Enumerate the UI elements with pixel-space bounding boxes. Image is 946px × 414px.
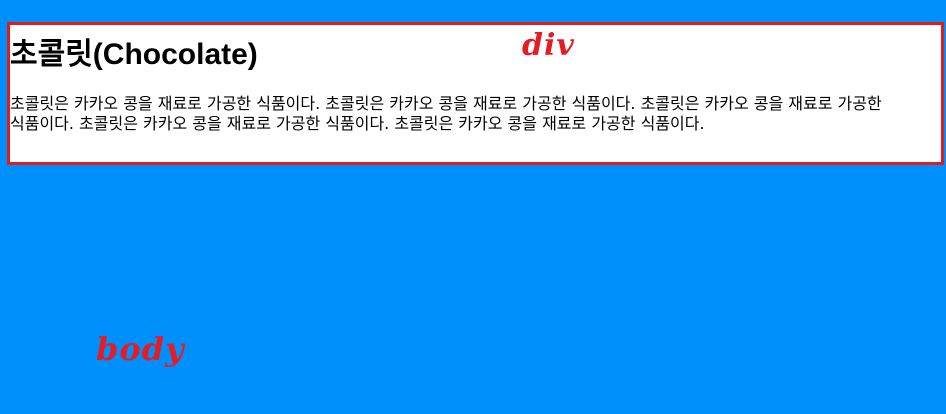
div-annotation: div xyxy=(522,28,575,63)
page-title: 초콜릿(Chocolate) xyxy=(10,38,258,71)
body-annotation: body xyxy=(96,330,185,368)
content-div: 초콜릿(Chocolate) 초콜릿은 카카오 콩을 재료로 가공한 식품이다.… xyxy=(7,22,944,165)
description-paragraph: 초콜릿은 카카오 콩을 재료로 가공한 식품이다. 초콜릿은 카카오 콩을 재료… xyxy=(10,94,882,133)
